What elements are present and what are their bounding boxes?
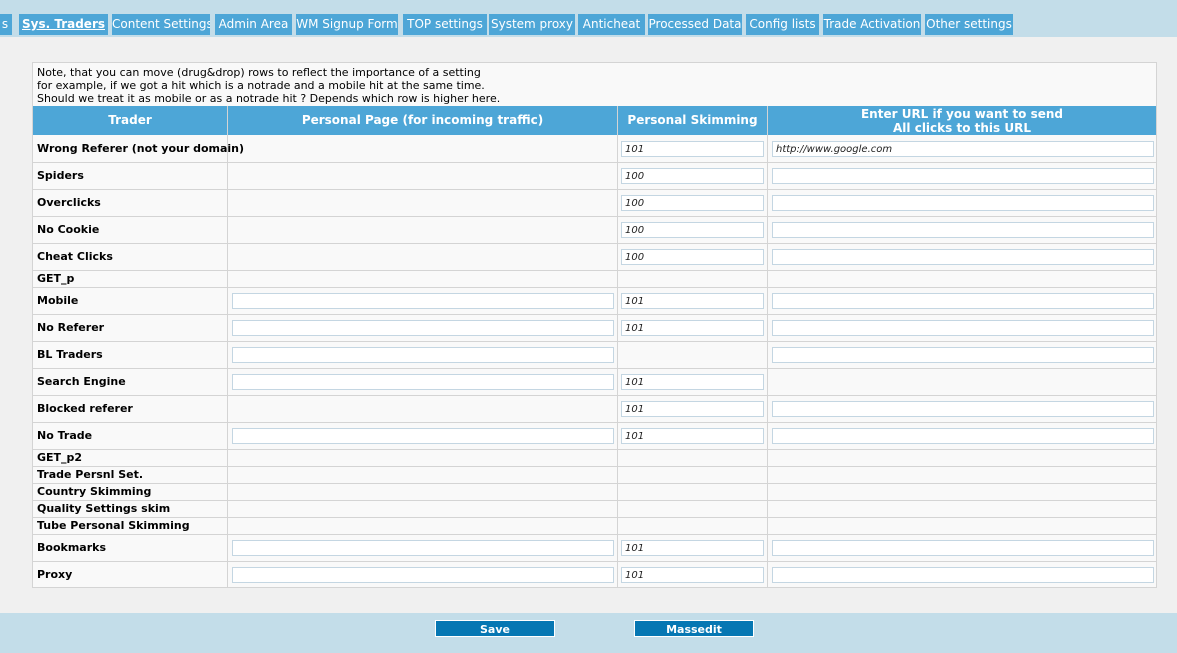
personal-skimming-input[interactable] xyxy=(621,320,764,336)
trader-row-label[interactable]: Mobile xyxy=(37,294,78,307)
personal-skimming-input[interactable] xyxy=(621,141,764,157)
row-divider xyxy=(33,270,1156,271)
personal-skimming-input[interactable] xyxy=(621,401,764,417)
save-button[interactable]: Save xyxy=(435,620,555,637)
bottom-action-bar xyxy=(0,613,1177,653)
header-trader: Trader xyxy=(33,106,227,135)
row-divider xyxy=(33,162,1156,163)
row-divider xyxy=(33,287,1156,288)
personal-skimming-input[interactable] xyxy=(621,168,764,184)
row-divider xyxy=(33,561,1156,562)
personal-skimming-input[interactable] xyxy=(621,567,764,583)
column-divider xyxy=(227,106,228,588)
trader-row-label[interactable]: No Cookie xyxy=(37,223,99,236)
trader-row-label[interactable]: No Trade xyxy=(37,429,92,442)
row-divider xyxy=(33,449,1156,450)
personal-page-input[interactable] xyxy=(232,320,614,336)
trader-row-label[interactable]: Trade Persnl Set. xyxy=(37,468,143,481)
massedit-button[interactable]: Massedit xyxy=(634,620,754,637)
trader-row-label[interactable]: No Referer xyxy=(37,321,104,334)
tab-admin-area[interactable]: Admin Area xyxy=(215,14,292,35)
trader-row-label[interactable]: GET_p xyxy=(37,272,74,285)
note-text: Note, that you can move (drug&drop) rows… xyxy=(37,66,500,105)
note-line-3: Should we treat it as mobile or as a not… xyxy=(37,92,501,105)
redirect-url-input[interactable] xyxy=(772,168,1154,184)
redirect-url-input[interactable] xyxy=(772,540,1154,556)
traders-panel: Note, that you can move (drug&drop) rows… xyxy=(32,62,1157,588)
trader-row-label[interactable]: BL Traders xyxy=(37,348,103,361)
tab-s[interactable]: s xyxy=(0,14,12,35)
tab-system-proxy[interactable]: System proxy xyxy=(489,14,575,35)
redirect-url-input[interactable] xyxy=(772,293,1154,309)
header-personal-page: Personal Page (for incoming traffic) xyxy=(228,106,617,135)
redirect-url-input[interactable] xyxy=(772,141,1154,157)
header-url: Enter URL if you want to send All clicks… xyxy=(768,106,1156,135)
redirect-url-input[interactable] xyxy=(772,195,1154,211)
row-divider xyxy=(33,189,1156,190)
redirect-url-input[interactable] xyxy=(772,249,1154,265)
tab-processed-data[interactable]: Processed Data xyxy=(648,14,742,35)
trader-row-label[interactable]: Country Skimming xyxy=(37,485,151,498)
redirect-url-input[interactable] xyxy=(772,428,1154,444)
row-divider xyxy=(33,483,1156,484)
personal-skimming-input[interactable] xyxy=(621,293,764,309)
personal-skimming-input[interactable] xyxy=(621,222,764,238)
row-divider xyxy=(33,466,1156,467)
row-divider xyxy=(33,314,1156,315)
personal-page-input[interactable] xyxy=(232,567,614,583)
personal-skimming-input[interactable] xyxy=(621,428,764,444)
personal-skimming-input[interactable] xyxy=(621,195,764,211)
trader-row-label[interactable]: Blocked referer xyxy=(37,402,133,415)
note-line-2: for example, if we got a hit which is a … xyxy=(37,79,485,92)
redirect-url-input[interactable] xyxy=(772,401,1154,417)
row-divider xyxy=(33,341,1156,342)
tab-wm-signup-form[interactable]: WM Signup Form xyxy=(296,14,398,35)
tab-content-settings[interactable]: Content Settings xyxy=(112,14,210,35)
header-personal-skimming: Personal Skimming xyxy=(618,106,767,135)
personal-skimming-input[interactable] xyxy=(621,374,764,390)
tab-top-settings[interactable]: TOP settings xyxy=(403,14,487,35)
personal-skimming-input[interactable] xyxy=(621,540,764,556)
redirect-url-input[interactable] xyxy=(772,222,1154,238)
trader-row-label[interactable]: Cheat Clicks xyxy=(37,250,113,263)
redirect-url-input[interactable] xyxy=(772,567,1154,583)
row-divider xyxy=(33,395,1156,396)
personal-page-input[interactable] xyxy=(232,293,614,309)
personal-page-input[interactable] xyxy=(232,540,614,556)
row-divider xyxy=(33,422,1156,423)
row-divider xyxy=(33,216,1156,217)
tab-anticheat[interactable]: Anticheat xyxy=(578,14,645,35)
personal-page-input[interactable] xyxy=(232,428,614,444)
trader-row-label[interactable]: Overclicks xyxy=(37,196,101,209)
row-divider xyxy=(33,243,1156,244)
trader-row-label[interactable]: Search Engine xyxy=(37,375,126,388)
tab-config-lists[interactable]: Config lists xyxy=(746,14,819,35)
tab-other-settings[interactable]: Other settings xyxy=(925,14,1013,35)
header-url-line-1: Enter URL if you want to send xyxy=(860,107,1064,121)
tab-sys-traders[interactable]: Sys. Traders xyxy=(19,14,108,35)
trader-row-label[interactable]: Quality Settings skim xyxy=(37,502,170,515)
column-divider xyxy=(767,106,768,588)
redirect-url-input[interactable] xyxy=(772,320,1154,336)
personal-skimming-input[interactable] xyxy=(621,249,764,265)
trader-row-label[interactable]: Wrong Referer (not your domain) xyxy=(37,142,244,155)
row-divider xyxy=(33,368,1156,369)
note-line-1: Note, that you can move (drug&drop) rows… xyxy=(37,66,481,79)
row-divider xyxy=(33,500,1156,501)
personal-page-input[interactable] xyxy=(232,347,614,363)
column-divider xyxy=(617,106,618,588)
trader-row-label[interactable]: Bookmarks xyxy=(37,541,106,554)
trader-row-label[interactable]: GET_p2 xyxy=(37,451,82,464)
row-divider xyxy=(33,517,1156,518)
header-url-line-2: All clicks to this URL xyxy=(893,121,1031,135)
personal-page-input[interactable] xyxy=(232,374,614,390)
redirect-url-input[interactable] xyxy=(772,347,1154,363)
trader-row-label[interactable]: Spiders xyxy=(37,169,84,182)
trader-row-label[interactable]: Proxy xyxy=(37,568,72,581)
row-divider xyxy=(33,534,1156,535)
tab-trade-activation[interactable]: Trade Activation xyxy=(823,14,921,35)
trader-row-label[interactable]: Tube Personal Skimming xyxy=(37,519,190,532)
